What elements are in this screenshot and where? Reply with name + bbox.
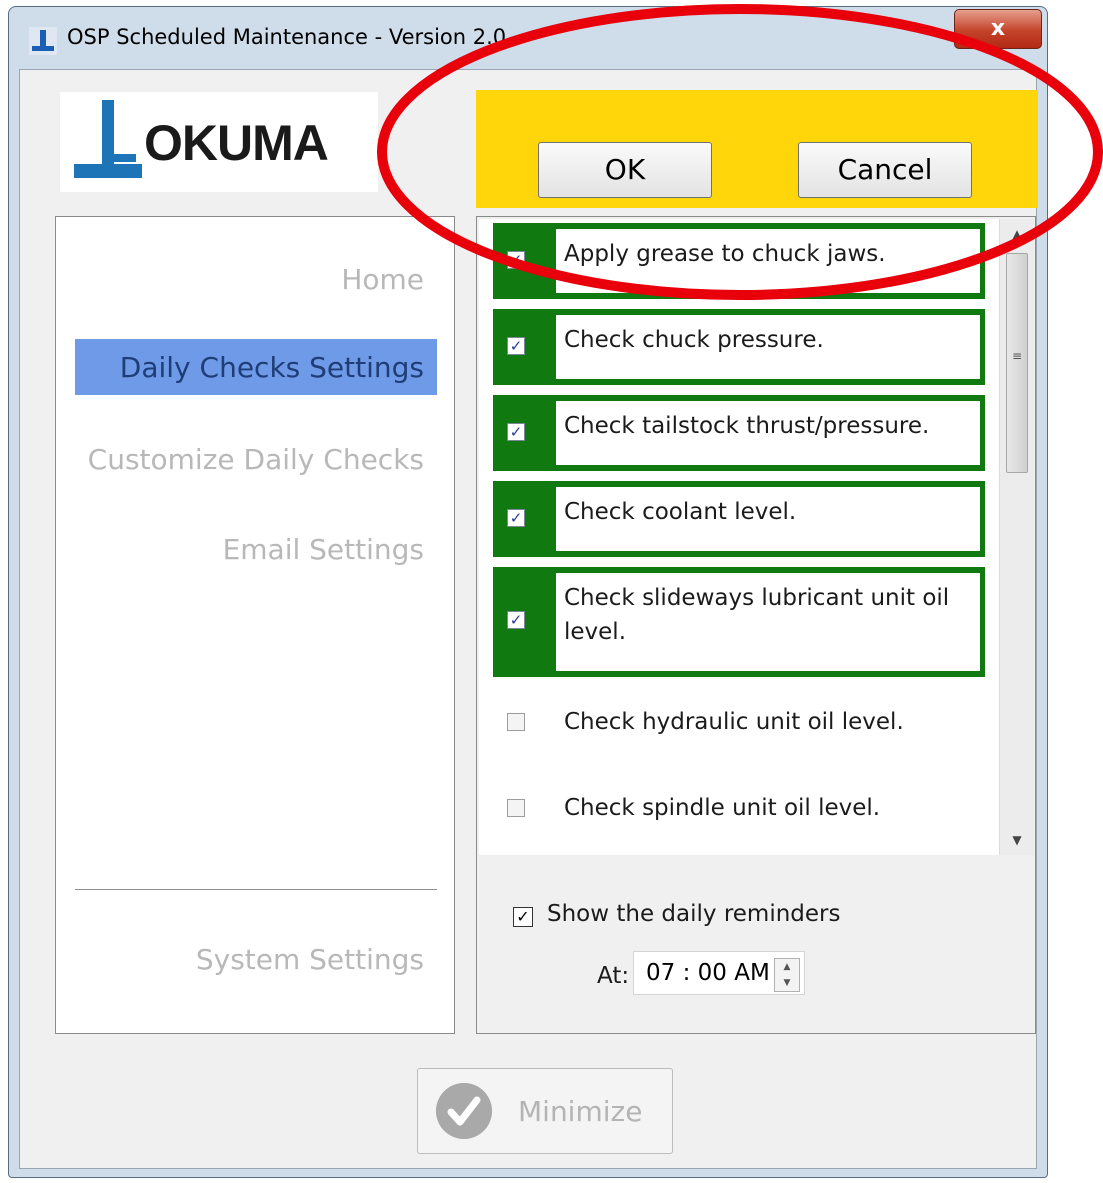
- ok-button[interactable]: OK: [538, 142, 712, 198]
- minimize-button[interactable]: Minimize: [417, 1068, 673, 1154]
- check-item-label: Check coolant level.: [556, 487, 980, 551]
- client-area: OKUMA Home Daily Checks Settings Customi…: [19, 69, 1038, 1169]
- show-reminders-label[interactable]: Show the daily reminders: [547, 901, 841, 927]
- check-item[interactable]: ✓ Check coolant level.: [493, 481, 985, 557]
- window-title: OSP Scheduled Maintenance - Version 2.0: [67, 25, 507, 49]
- nav-divider: [75, 889, 437, 890]
- show-reminders-checkbox[interactable]: ✓: [513, 907, 533, 927]
- item-checkbox[interactable]: ✓: [507, 337, 525, 355]
- reminder-time-picker[interactable]: 07 : 00 AM ▲ ▼: [633, 951, 805, 995]
- reminder-time-value[interactable]: 07 : 00 AM: [646, 960, 770, 986]
- check-item-label: Check spindle unit oil level.: [556, 783, 980, 837]
- nav-item-system-settings[interactable]: System Settings: [196, 943, 424, 976]
- checkmark-circle-icon: [436, 1083, 492, 1139]
- app-window: OSP Scheduled Maintenance - Version 2.0 …: [8, 6, 1048, 1178]
- item-checkbox[interactable]: [507, 799, 525, 817]
- reminder-time-label: At:: [597, 963, 630, 989]
- action-bar: OK Cancel: [476, 90, 1038, 208]
- minimize-label: Minimize: [518, 1095, 643, 1128]
- item-checkbox[interactable]: ✓: [507, 251, 525, 269]
- nav-item-customize-daily-checks[interactable]: Customize Daily Checks: [88, 443, 424, 476]
- nav-item-daily-checks-settings[interactable]: Daily Checks Settings: [120, 351, 424, 384]
- nav-item-home[interactable]: Home: [341, 263, 424, 296]
- check-item[interactable]: ✓ Apply grease to chuck jaws.: [493, 223, 985, 299]
- item-checkbox[interactable]: ✓: [507, 611, 525, 629]
- scroll-thumb[interactable]: ≡: [1006, 253, 1028, 473]
- logo-wordmark: OKUMA: [144, 115, 329, 171]
- check-item-label: Check hydraulic unit oil level.: [556, 697, 980, 751]
- scroll-grip-icon: ≡: [1012, 349, 1023, 363]
- okuma-logo-mark-icon: [74, 100, 142, 178]
- time-spinner-icon[interactable]: ▲ ▼: [774, 958, 800, 992]
- item-checkbox[interactable]: ✓: [507, 509, 525, 527]
- check-item[interactable]: ✓ Check tailstock thrust/pressure.: [493, 395, 985, 471]
- scroll-up-arrow-icon[interactable]: ▲: [1000, 219, 1034, 249]
- check-item-label: Check chuck pressure.: [556, 315, 980, 379]
- check-item-label: Apply grease to chuck jaws.: [556, 229, 980, 293]
- navigation-panel: Home Daily Checks Settings Customize Dai…: [55, 216, 455, 1034]
- close-button[interactable]: x: [954, 9, 1042, 49]
- item-checkbox[interactable]: ✓: [507, 423, 525, 441]
- cancel-button[interactable]: Cancel: [798, 142, 972, 198]
- daily-checks-panel: ✓ Apply grease to chuck jaws. ✓ Check ch…: [476, 216, 1036, 1034]
- scroll-down-arrow-icon[interactable]: ▼: [1000, 825, 1034, 855]
- item-checkbox[interactable]: [507, 713, 525, 731]
- check-item[interactable]: ✓ Check chuck pressure.: [493, 309, 985, 385]
- vertical-scrollbar[interactable]: ▲ ≡ ▼: [999, 219, 1034, 855]
- check-item[interactable]: ✓ Check slideways lubricant unit oil lev…: [493, 567, 985, 677]
- okuma-app-icon: [29, 27, 57, 55]
- check-item[interactable]: Check spindle unit oil level.: [493, 779, 985, 839]
- check-item-label: Check slideways lubricant unit oil level…: [556, 573, 980, 671]
- okuma-logo: OKUMA: [60, 92, 378, 192]
- check-item[interactable]: Check hydraulic unit oil level.: [493, 693, 985, 753]
- title-bar[interactable]: OSP Scheduled Maintenance - Version 2.0: [9, 7, 1047, 69]
- check-item-label: Check tailstock thrust/pressure.: [556, 401, 980, 465]
- daily-checks-list[interactable]: ✓ Apply grease to chuck jaws. ✓ Check ch…: [479, 219, 999, 855]
- nav-item-email-settings[interactable]: Email Settings: [223, 533, 424, 566]
